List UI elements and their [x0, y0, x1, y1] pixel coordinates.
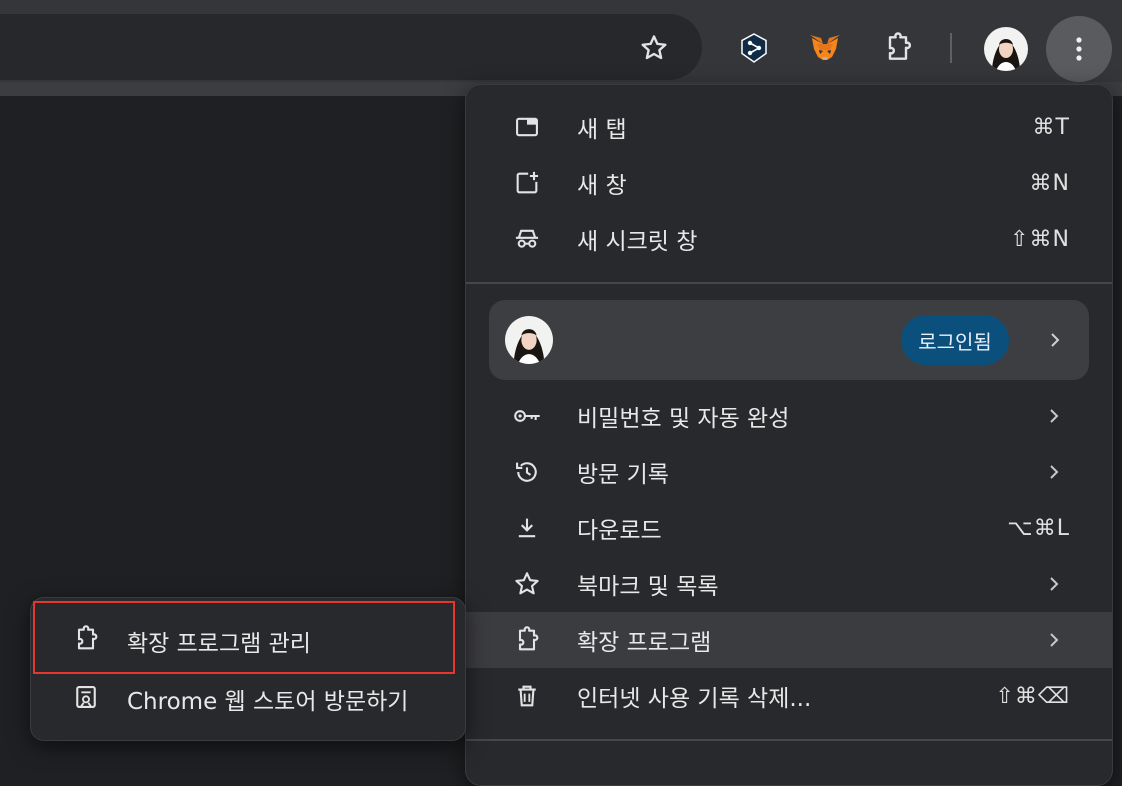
menu-item-new-tab[interactable]: 새 탭 ⌘T [466, 99, 1112, 155]
chrome-main-menu: 새 탭 ⌘T 새 창 ⌘N 새 시크릿 창 ⇧⌘N 로그인됨 비밀번호 및 자동… [465, 84, 1113, 786]
address-bar[interactable] [0, 14, 702, 80]
metamask-extension-button[interactable] [803, 26, 847, 70]
profile-avatar-icon [505, 316, 553, 364]
menu-profile-row[interactable]: 로그인됨 [489, 300, 1089, 380]
star-outline-icon [512, 569, 542, 599]
menu-label: 다운로드 [577, 518, 662, 544]
menu-item-new-window[interactable]: 새 창 ⌘N [466, 155, 1112, 211]
web-store-icon [71, 682, 101, 712]
menu-label: 비밀번호 및 자동 완성 [577, 406, 790, 432]
star-outline-icon [641, 35, 667, 60]
chrome-menu-button[interactable] [1046, 16, 1112, 82]
puzzle-piece-icon [512, 625, 542, 655]
signed-in-badge: 로그인됨 [901, 315, 1009, 365]
menu-label: 북마크 및 목록 [577, 574, 719, 600]
menu-item-downloads[interactable]: 다운로드 ⌥⌘L [466, 500, 1112, 556]
chevron-right-icon [1044, 630, 1064, 650]
menu-item-passwords-autofill[interactable]: 비밀번호 및 자동 완성 [466, 388, 1112, 444]
menu-item-bookmarks-lists[interactable]: 북마크 및 목록 [466, 556, 1112, 612]
chevron-right-icon [1044, 574, 1064, 594]
menu-label: 새 창 [577, 173, 627, 199]
menu-label: 새 시크릿 창 [577, 229, 698, 255]
chevron-right-icon [1044, 406, 1064, 426]
chevron-right-icon [1045, 330, 1065, 350]
trash-icon [512, 681, 542, 711]
profile-avatar-button[interactable] [984, 27, 1028, 71]
download-icon [512, 513, 542, 543]
new-window-icon [512, 168, 542, 198]
kebab-menu-icon [1076, 37, 1082, 61]
menu-item-history[interactable]: 방문 기록 [466, 444, 1112, 500]
menu-item-extensions[interactable]: 확장 프로그램 [466, 612, 1112, 668]
submenu-label: Chrome 웹 스토어 방문하기 [127, 689, 409, 715]
key-icon [512, 401, 542, 431]
profile-avatar [505, 316, 553, 364]
menu-shortcut: ⌥⌘L [1007, 515, 1070, 541]
toolbar-separator [950, 33, 952, 63]
bookmark-star-button[interactable] [632, 26, 676, 70]
history-icon [512, 457, 542, 487]
deepl-extension-icon [741, 33, 767, 63]
menu-shortcut: ⇧⌘⌫ [995, 683, 1070, 709]
new-tab-icon [512, 112, 542, 142]
menu-item-clear-browsing-data[interactable]: 인터넷 사용 기록 삭제... ⇧⌘⌫ [466, 668, 1112, 724]
menu-label: 인터넷 사용 기록 삭제... [577, 686, 812, 712]
profile-avatar-icon [984, 27, 1028, 71]
menu-separator [466, 739, 1112, 741]
deepl-extension-button[interactable] [732, 26, 776, 70]
chevron-right-icon [1044, 462, 1064, 482]
annotation-highlight-box [33, 601, 455, 674]
menu-shortcut: ⇧⌘N [1010, 226, 1070, 252]
menu-item-new-incognito-window[interactable]: 새 시크릿 창 ⇧⌘N [466, 211, 1112, 267]
menu-shortcut: ⌘T [1032, 114, 1070, 140]
metamask-fox-icon [810, 35, 840, 60]
extensions-button[interactable] [876, 26, 920, 70]
menu-shortcut: ⌘N [1029, 170, 1070, 196]
menu-label: 방문 기록 [577, 462, 669, 488]
menu-label: 확장 프로그램 [577, 630, 712, 656]
incognito-icon [512, 224, 542, 254]
menu-label: 새 탭 [577, 117, 627, 143]
menu-separator [466, 282, 1112, 284]
submenu-item-chrome-web-store[interactable]: Chrome 웹 스토어 방문하기 [31, 670, 465, 724]
puzzle-piece-icon [888, 32, 911, 60]
